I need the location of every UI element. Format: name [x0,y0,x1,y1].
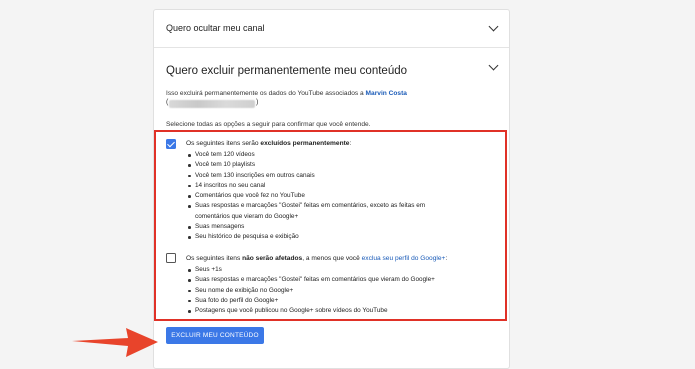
list-item: 14 inscritos no seu canal [187,181,425,191]
list-item: comentários que vieram do Google+ [195,212,299,220]
email-open-paren: ( [166,99,169,106]
delete-gplus-profile-link[interactable]: exclua seu perfil do Google+ [362,255,446,262]
deleted-items-list: Você tem 120 vídeos Você tem 10 playlists… [187,150,425,243]
intro-text: Isso excluirá permanentemente os dados d… [166,90,364,97]
unaffected-head-suffix: : [445,255,448,262]
account-name-link[interactable]: Marvin Costa [366,90,407,97]
chevron-down-icon[interactable] [488,21,499,32]
list-item: Você tem 130 inscrições em outros canais [187,171,425,181]
list-item: Seus +1s [187,265,435,275]
unaffected-head-bold: não serão afetados [242,255,303,262]
hide-channel-section[interactable]: Quero ocultar meu canal [154,10,509,48]
unaffected-head-prefix: Os seguintes itens [186,255,241,262]
hide-channel-title: Quero ocultar meu canal [166,23,265,33]
deleted-head-bold: excluídos permanentemente [260,140,350,147]
list-item: Seu histórico de pesquisa e exibição [187,232,425,242]
blurred-email [169,100,255,108]
list-item: Comentários que você fez no YouTube [187,191,425,201]
delete-content-title: Quero excluir permanentemente meu conteú… [166,65,408,77]
list-item: Suas respostas e marcações "Gostei" feit… [187,201,425,211]
email-close-paren: ) [256,99,259,106]
delete-intro-text: Isso excluirá permanentemente os dados d… [166,90,496,97]
list-item: Suas respostas e marcações "Gostei" feit… [187,275,435,285]
confirm-prompt: Selecione todas as opções a seguir para … [166,121,371,128]
arrow-right-icon [72,328,158,357]
deleted-head-suffix: : [349,140,352,147]
list-item: Sua foto do perfil do Google+ [187,296,435,306]
chevron-down-icon[interactable] [488,60,499,71]
unaffected-head-middle: , a menos que você [302,255,360,262]
deleted-items-heading: Os seguintes itens serão excluídos perma… [186,140,351,147]
unaffected-items-list: Seus +1s Suas respostas e marcações "Gost… [187,265,435,316]
unaffected-items-heading: Os seguintes itens não serão afetados, a… [186,255,447,262]
list-item: Seu nome de exibição no Google+ [187,286,435,296]
deleted-items-checkbox[interactable] [166,139,176,149]
list-item: Você tem 120 vídeos [187,150,425,160]
deleted-head-prefix: Os seguintes itens serão [186,140,259,147]
list-item: Suas mensagens [187,222,425,232]
unaffected-items-checkbox[interactable] [166,253,176,263]
list-item: Postagens que você publicou no Google+ s… [187,306,435,316]
delete-content-button[interactable]: EXCLUIR MEU CONTEÚDO [166,327,264,344]
list-item: Você tem 10 playlists [187,160,425,170]
